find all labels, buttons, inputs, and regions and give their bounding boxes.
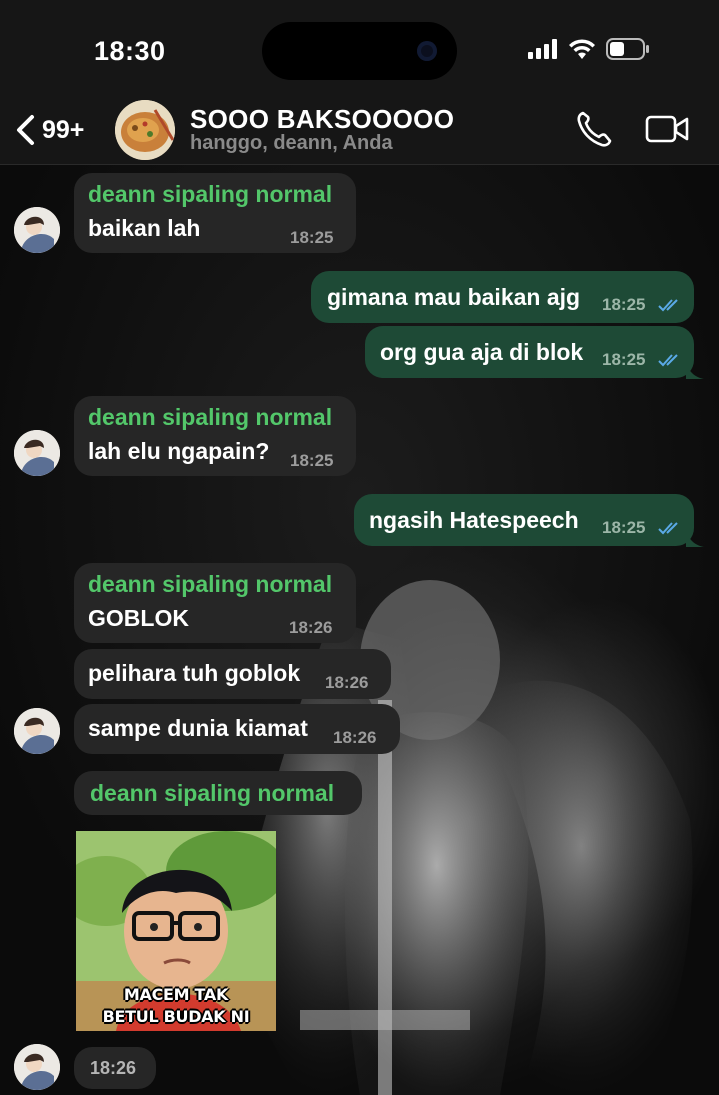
sticker-caption-top: MACEM TAK [123,985,229,1004]
message-text: org gua aja di blok [380,339,584,365]
status-time: 18:30 [94,36,166,66]
message-text: gimana mau baikan ajg [327,284,581,310]
back-button[interactable]: 99+ [14,114,84,146]
message-time: 18:26 [333,728,377,747]
video-camera-icon [645,115,689,143]
chat-header: 99+ SOOO BAKSOOOOO hanggo, deann, Anda [0,100,719,165]
sender-name[interactable]: deann sipaling normal [88,404,332,431]
message-text: pelihara tuh goblok [88,660,301,686]
sender-name[interactable]: deann sipaling normal [90,780,334,807]
message-text: ngasih Hatespeech [369,507,579,533]
message-bubble-outgoing[interactable]: gimana mau baikan ajg 18:25 [311,271,694,323]
group-avatar[interactable] [115,100,175,160]
sticker-caption-bottom: BETUL BUDAK NI [102,1007,250,1026]
sender-avatar[interactable] [14,207,60,253]
message-text: baikan lah [88,215,201,241]
message-bubble-incoming[interactable]: deann sipaling normal baikan lah 18:25 [74,173,356,253]
sticker-image[interactable]: MACEM TAK BETUL BUDAK NI [76,831,276,1031]
read-receipt-icon [658,299,678,312]
sticker-sender-label[interactable]: deann sipaling normal [74,771,362,815]
wifi-icon [569,39,595,59]
status-icons [528,38,650,60]
message-bubble-incoming[interactable]: sampe dunia kiamat 18:26 [74,704,400,754]
avatar-photo-icon [14,207,60,253]
message-list[interactable]: deann sipaling normal baikan lah 18:25 g… [0,165,719,1095]
message-time: 18:26 [90,1058,137,1078]
chevron-left-icon [17,115,34,145]
bubble-tail [686,361,704,379]
sender-name[interactable]: deann sipaling normal [88,181,332,208]
front-camera [417,41,437,61]
message-bubble-outgoing[interactable]: org gua aja di blok 18:25 [365,326,694,378]
battery-icon [606,38,649,60]
sticker-time-chip: 18:26 [74,1047,156,1089]
message-bubble-incoming[interactable]: deann sipaling normal lah elu ngapain? 1… [74,396,356,476]
sender-avatar[interactable] [14,430,60,476]
voice-call-button[interactable] [576,110,612,153]
cellular-signal-icon [528,39,557,59]
message-bubble-outgoing[interactable]: ngasih Hatespeech 18:25 [354,494,694,546]
message-time: 18:25 [602,350,646,369]
read-receipt-icon [658,522,678,535]
message-time: 18:25 [602,518,646,537]
read-receipt-icon [658,354,678,367]
message-bubble-incoming[interactable]: deann sipaling normal GOBLOK 18:26 [74,563,356,643]
video-call-button[interactable] [645,114,689,149]
sender-avatar[interactable] [14,1044,60,1090]
avatar-photo-icon [14,1044,60,1090]
message-time: 18:25 [290,451,334,470]
message-time: 18:26 [325,673,369,692]
message-time: 18:26 [289,618,333,637]
group-title[interactable]: SOOO BAKSOOOOO [190,104,454,135]
avatar-photo-icon [14,430,60,476]
dynamic-island [262,22,457,80]
unread-count: 99+ [42,115,85,144]
message-time: 18:25 [290,228,334,247]
message-text: lah elu ngapain? [88,438,270,464]
message-time: 18:25 [602,295,646,314]
message-bubble-incoming[interactable]: pelihara tuh goblok 18:26 [74,649,391,699]
phone-icon [577,111,612,147]
sender-avatar[interactable] [14,708,60,754]
status-bar: 18:30 [0,0,719,100]
bubble-tail [686,529,704,547]
noodles-photo-icon [115,100,175,160]
group-members[interactable]: hanggo, deann, Anda [190,132,393,155]
message-text: sampe dunia kiamat [88,715,308,741]
sender-name[interactable]: deann sipaling normal [88,571,332,598]
message-text: GOBLOK [88,605,189,631]
avatar-photo-icon [14,708,60,754]
